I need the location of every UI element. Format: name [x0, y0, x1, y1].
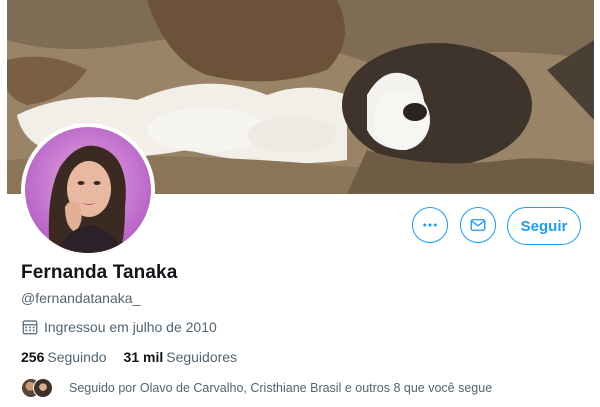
profile-stats: 256 Seguindo 31 mil Seguidores	[21, 349, 254, 365]
followers-count: 31 mil	[123, 349, 164, 365]
following-link[interactable]: 256 Seguindo	[21, 349, 107, 365]
joined-text: Ingressou em julho de 2010	[44, 319, 217, 335]
profile-page: Seguir Fernanda Tanaka @fernandatanaka_ …	[7, 0, 594, 407]
more-horizontal-icon	[423, 223, 437, 227]
followed-by-text: Seguido por Olavo de Carvalho, Cristhian…	[69, 381, 493, 395]
followers-label: Seguidores	[166, 349, 238, 365]
envelope-icon	[470, 219, 486, 231]
following-count: 256	[21, 349, 45, 365]
followers-link[interactable]: 31 mil Seguidores	[124, 349, 238, 365]
profile-name: Fernanda Tanaka	[21, 262, 178, 283]
message-button[interactable]	[460, 207, 496, 243]
following-label: Seguindo	[47, 349, 107, 365]
follow-button[interactable]: Seguir	[507, 207, 581, 245]
joined-date: Ingressou em julho de 2010	[21, 318, 217, 336]
followed-by-row[interactable]: Seguido por Olavo de Carvalho, Cristhian…	[21, 378, 492, 398]
more-options-button[interactable]	[412, 207, 448, 243]
mutual-avatars	[21, 378, 59, 398]
avatar	[33, 378, 53, 398]
profile-avatar[interactable]	[21, 123, 155, 257]
profile-handle: @fernandatanaka_	[21, 290, 141, 306]
calendar-icon	[22, 320, 38, 335]
